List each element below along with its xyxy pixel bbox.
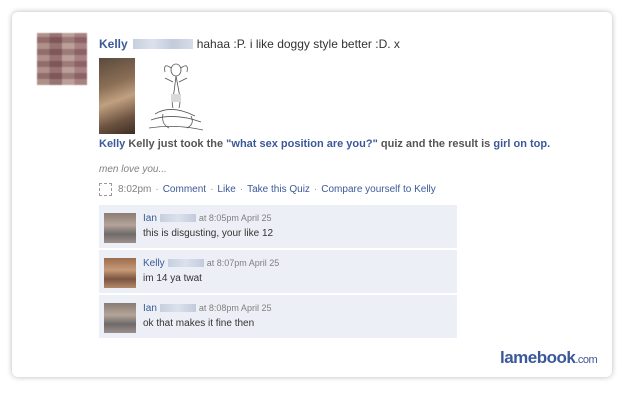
commenter-name-link[interactable]: Ian: [143, 213, 157, 224]
quiz-text-part: Kelly just took the: [128, 138, 224, 150]
quiz-result-line: Kelly Kelly just took the "what sex posi…: [99, 138, 550, 150]
author-name-link[interactable]: Kelly: [99, 37, 128, 51]
quiz-photo-couple[interactable]: [99, 58, 135, 134]
commenter-avatar[interactable]: [104, 213, 136, 243]
comment-header: Ian at 8:08pm April 25: [143, 303, 271, 314]
quiz-result-link[interactable]: girl on top.: [493, 138, 550, 150]
quiz-name-link[interactable]: "what sex position are you?": [226, 138, 378, 150]
status-line: Kelly hahaa :P. i like doggy style better…: [99, 37, 400, 51]
comment-time: at 8:05pm April 25: [198, 213, 272, 223]
separator-dot: ·: [239, 184, 244, 195]
quiz-author-link[interactable]: Kelly: [99, 138, 125, 150]
compare-link[interactable]: Compare yourself to Kelly: [321, 184, 436, 195]
commenter-avatar[interactable]: [104, 258, 136, 288]
comment-header: Ian at 8:05pm April 25: [143, 213, 271, 224]
separator-dot: ·: [210, 184, 214, 195]
quiz-caption: men love you...: [99, 164, 167, 175]
post-actions: 8:02pm · Comment · Like · Take this Quiz…: [99, 183, 436, 196]
comment-text: this is disgusting, your like 12: [143, 228, 274, 239]
comment-list: Ian at 8:05pm April 25 this is disgusting…: [99, 205, 457, 340]
status-text: hahaa :P. i like doggy style better :D. …: [196, 37, 400, 51]
separator-dot: ·: [155, 184, 159, 195]
post-time[interactable]: 8:02pm: [118, 184, 151, 195]
quiz-illustration[interactable]: [143, 58, 209, 134]
blurred-surname: [167, 259, 204, 267]
take-quiz-link[interactable]: Take this Quiz: [247, 184, 310, 195]
quiz-app-icon: [99, 183, 112, 196]
comment-time: at 8:07pm April 25: [206, 258, 280, 268]
blurred-surname: [159, 304, 196, 312]
comment-time: at 8:08pm April 25: [198, 303, 272, 313]
comment-item: Ian at 8:08pm April 25 ok that makes it f…: [99, 295, 457, 338]
quiz-text-middle: quiz and the result is: [380, 138, 491, 150]
blurred-surname: [159, 214, 196, 222]
commenter-name-link[interactable]: Ian: [143, 303, 157, 314]
commenter-name-link[interactable]: Kelly: [143, 258, 165, 269]
comment-text: ok that makes it fine then: [143, 318, 255, 329]
brand-tld: .com: [575, 354, 598, 366]
brand-name: lamebook: [500, 348, 576, 367]
author-avatar[interactable]: [37, 33, 87, 85]
blurred-surname: [132, 39, 193, 49]
comment-link[interactable]: Comment: [163, 184, 206, 195]
lamebook-logo[interactable]: lamebook.com: [500, 348, 598, 368]
comment-item: Ian at 8:05pm April 25 this is disgusting…: [99, 205, 457, 248]
comment-header: Kelly at 8:07pm April 25: [143, 258, 279, 269]
comment-text: im 14 ya twat: [143, 273, 202, 284]
like-link[interactable]: Like: [217, 184, 235, 195]
comment-item: Kelly at 8:07pm April 25 im 14 ya twat: [99, 250, 457, 293]
commenter-avatar[interactable]: [104, 303, 136, 333]
separator-dot: ·: [313, 184, 318, 195]
